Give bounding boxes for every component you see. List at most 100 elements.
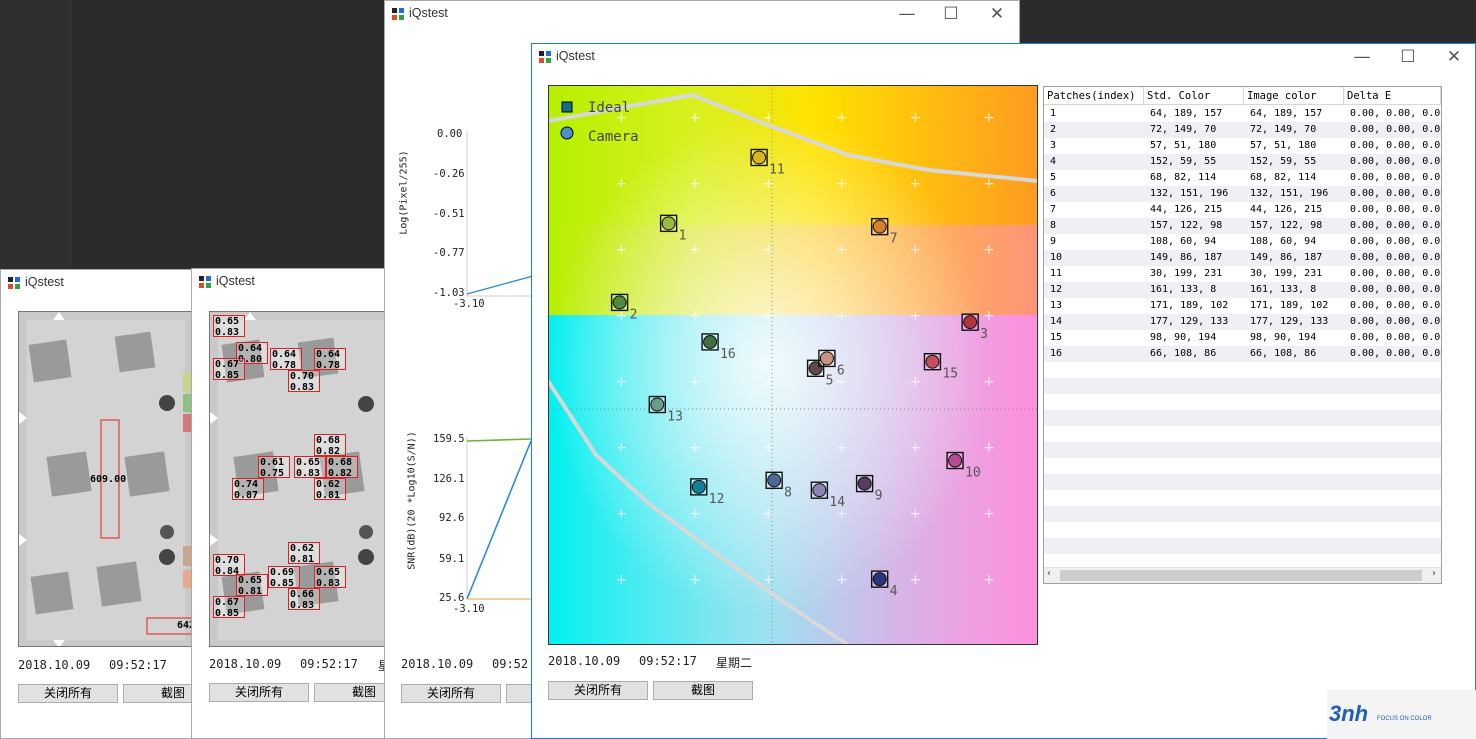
- patch-index-label: 7: [890, 232, 898, 247]
- close-window-button[interactable]: ✕: [1432, 45, 1475, 69]
- table-row[interactable]: 5 68, 82, 114 68, 82, 114 0.00, 0.00, 0.00: [1044, 170, 1441, 186]
- title-bar[interactable]: iQstest: [1, 270, 199, 296]
- grid-cross: +: [910, 176, 922, 192]
- window-iqstest-2[interactable]: iQstest 0.65 0.83 0.64 0.80 0.67 0.85 0.64 0.78…: [191, 268, 391, 739]
- table-cell: 8: [1050, 220, 1057, 231]
- col-header-patch[interactable]: Patches(index): [1044, 87, 1144, 105]
- table-row[interactable]: 10 149, 86, 187 149, 86, 187 0.00, 0.00, 0.…: [1044, 250, 1441, 266]
- camera-patch-marker: [752, 150, 767, 165]
- camera-patch-marker: [767, 473, 782, 488]
- roi-box: 0.70 0.83: [288, 370, 320, 393]
- roi-value: 0.66: [290, 589, 315, 600]
- roi-box: 0.64 0.78: [270, 348, 302, 371]
- horizontal-scrollbar[interactable]: ‹ ›: [1044, 567, 1441, 583]
- maximize-button[interactable]: ☐: [1386, 45, 1430, 69]
- maximize-button[interactable]: ☐: [929, 2, 973, 26]
- window-iqstest-4[interactable]: iQstest — ☐ ✕ + + + + + + + + + + + + + …: [531, 43, 1476, 739]
- top-plot-ytick: -0.26: [433, 168, 465, 180]
- roi-box: 0.68 0.82: [314, 434, 346, 457]
- table-cell: 5: [1050, 172, 1057, 183]
- title-bar[interactable]: iQstest: [192, 269, 390, 295]
- scroll-right-icon[interactable]: ›: [1432, 568, 1436, 579]
- roi-value: 0.81: [316, 490, 341, 501]
- screenshot-button[interactable]: 截图: [314, 683, 390, 702]
- table-row[interactable]: 11 30, 199, 231 30, 199, 231 0.00, 0.00, 0.…: [1044, 266, 1441, 282]
- roi-box: 0.62 0.81: [314, 478, 346, 501]
- table-row: [1044, 538, 1441, 554]
- timestamp-date: 2018.10.09: [401, 657, 474, 671]
- title-bar[interactable]: iQstest — ☐ ✕: [532, 44, 1475, 70]
- table-row[interactable]: 7 44, 126, 215 44, 126, 215 0.00, 0.00, 0.0…: [1044, 202, 1441, 218]
- table-cell: 0.00, 0.00, 0.00: [1350, 188, 1442, 199]
- table-row[interactable]: 14 177, 129, 133 177, 129, 133 0.00, 0.00, …: [1044, 314, 1441, 330]
- minimize-button[interactable]: —: [1340, 45, 1384, 69]
- col-header-image[interactable]: Image color: [1244, 87, 1344, 105]
- col-header-std[interactable]: Std. Color: [1144, 87, 1244, 105]
- table-row: [1044, 522, 1441, 538]
- top-plot-ytick: -0.77: [433, 247, 465, 259]
- roi-value: 0.81: [290, 554, 315, 565]
- camera-patch-marker: [691, 479, 706, 494]
- table-row[interactable]: 12 161, 133, 8 161, 133, 8 0.00, 0.00, 0.00: [1044, 282, 1441, 298]
- close-window-button[interactable]: ✕: [975, 2, 1019, 26]
- table-row: [1044, 442, 1441, 458]
- grid-cross: +: [983, 572, 995, 588]
- table-cell: 161, 133, 8: [1150, 284, 1217, 295]
- table-cell: 149, 86, 187: [1250, 252, 1323, 263]
- timestamp-date: 2018.10.09: [209, 657, 282, 671]
- window-iqstest-1[interactable]: iQstest 609.00 64 2018.10.09 09:52:17 关闭…: [0, 269, 200, 739]
- table-row[interactable]: 1 64, 189, 157 64, 189, 157 0.00, 0.00, 0.0…: [1044, 106, 1441, 122]
- scroll-thumb[interactable]: [1060, 570, 1422, 581]
- close-all-button[interactable]: 关闭所有: [18, 684, 118, 703]
- table-cell: 0.00, 0.00, 0.00: [1350, 204, 1442, 215]
- grid-cross: +: [689, 506, 701, 522]
- patch-index-label: 3: [980, 327, 988, 342]
- roi-value: 0.64: [316, 349, 341, 360]
- close-all-button[interactable]: 关闭所有: [548, 681, 648, 700]
- roi-box: 0.65 0.83: [314, 566, 346, 589]
- patch-data-table[interactable]: Patches(index) Std. Color Image color De…: [1043, 86, 1442, 584]
- bottom-plot-ytick: 92.6: [439, 512, 465, 524]
- grid-cross: +: [836, 572, 848, 588]
- bottom-plot-ytick: 126.1: [433, 473, 465, 485]
- table-cell: 16: [1050, 348, 1063, 359]
- table-cell: 132, 151, 196: [1250, 188, 1329, 199]
- timestamp-time: 09:52:17: [300, 657, 358, 671]
- roi-value: 0.83: [290, 382, 315, 393]
- grid-cross: +: [983, 308, 995, 324]
- roi-value: 0.64: [238, 343, 263, 354]
- patch-index-label: 1: [679, 228, 687, 243]
- table-row: [1044, 410, 1441, 426]
- scroll-left-icon[interactable]: ‹: [1047, 568, 1051, 579]
- table-row[interactable]: 8 157, 122, 98 157, 122, 98 0.00, 0.00, 0.0…: [1044, 218, 1441, 234]
- roi-box: 0.65 0.81: [236, 574, 268, 597]
- table-row[interactable]: 3 57, 51, 180 57, 51, 180 0.00, 0.00, 0.00: [1044, 138, 1441, 154]
- patch-index-label: 8: [784, 485, 792, 500]
- close-all-button[interactable]: 关闭所有: [401, 684, 501, 703]
- table-row[interactable]: 16 66, 108, 86 66, 108, 86 0.00, 0.00, 0.00: [1044, 346, 1441, 362]
- grid-cross: +: [910, 506, 922, 522]
- grid-cross: +: [836, 110, 848, 126]
- table-cell: 108, 60, 94: [1150, 236, 1217, 247]
- table-row[interactable]: 13 171, 189, 102 171, 189, 102 0.00, 0.00, …: [1044, 298, 1441, 314]
- screenshot-button[interactable]: 截图: [653, 681, 753, 700]
- close-all-button[interactable]: 关闭所有: [209, 683, 309, 702]
- table-row[interactable]: 4 152, 59, 55 152, 59, 55 0.00, 0.00, 0.00: [1044, 154, 1441, 170]
- table-row[interactable]: 15 98, 90, 194 98, 90, 194 0.00, 0.00, 0.00: [1044, 330, 1441, 346]
- table-row[interactable]: 2 72, 149, 70 72, 149, 70 0.00, 0.00, 0.00: [1044, 122, 1441, 138]
- roi-box: 0.70 0.84: [213, 554, 245, 577]
- table-row[interactable]: 9 108, 60, 94 108, 60, 94 0.00, 0.00, 0.00: [1044, 234, 1441, 250]
- table-cell: 0.00, 0.00, 0.00: [1350, 236, 1442, 247]
- grid-cross: +: [689, 440, 701, 456]
- minimize-button[interactable]: —: [885, 2, 929, 26]
- roi-value: 0.83: [316, 578, 341, 589]
- table-row[interactable]: 6 132, 151, 196 132, 151, 196 0.00, 0.00, 0…: [1044, 186, 1441, 202]
- col-header-delta[interactable]: Delta E: [1344, 87, 1441, 105]
- table-cell: 108, 60, 94: [1250, 236, 1317, 247]
- roi-value: 0.78: [316, 360, 341, 371]
- timestamp-weekday: 星期二: [716, 656, 753, 670]
- grid-cross: +: [616, 572, 628, 588]
- screenshot-button[interactable]: 截图: [123, 684, 199, 703]
- sfr-chart-image: 609.00 642: [18, 311, 193, 647]
- grid-cross: +: [689, 176, 701, 192]
